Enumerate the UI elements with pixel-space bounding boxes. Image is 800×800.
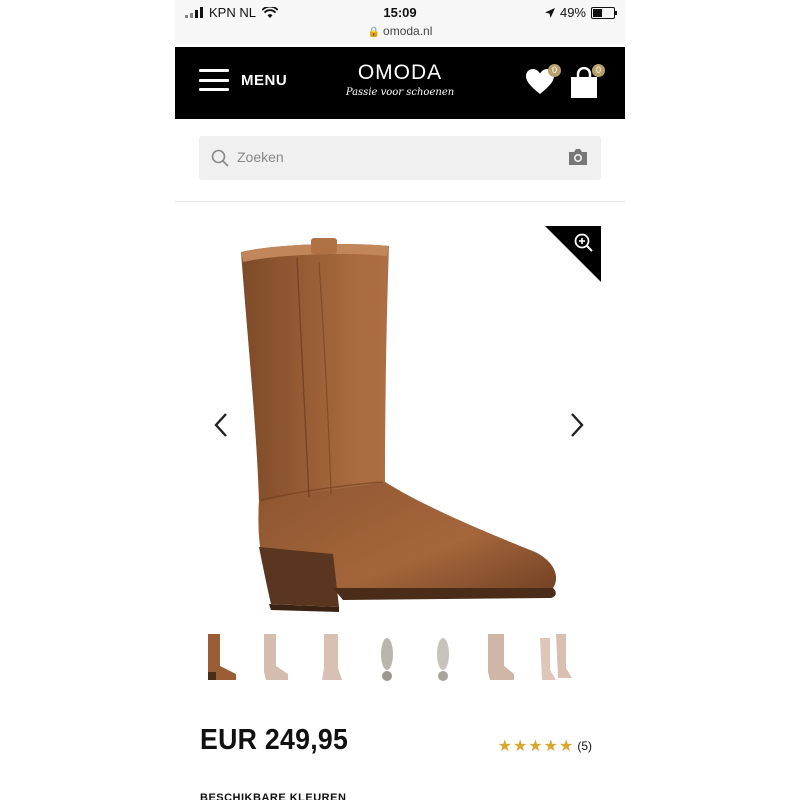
thumbnail-boot-beige [264,634,288,680]
site-logo[interactable]: OMODA Passie voor schoenen [325,61,475,98]
thumbnail-item[interactable] [256,630,294,682]
thumbnail-item[interactable] [480,630,518,682]
battery-icon [591,6,617,19]
rating-stars: ★★★★★ [497,738,575,755]
previous-image-button[interactable] [213,412,229,446]
search-icon [211,149,229,167]
cart-count-badge: 0 [592,64,605,77]
status-bar: KPN NL 15:09 49% 🔒 omoda.nl [175,0,625,44]
chevron-left-icon [214,413,227,437]
review-count: (5) [577,739,592,753]
logo-tagline: Passie voor schoenen [345,87,455,98]
thumbnail-item[interactable] [368,630,406,682]
hamburger-icon [199,69,229,91]
search-input[interactable]: Zoeken [199,136,601,180]
search-area: Zoeken [175,119,625,203]
product-rating[interactable]: ★★★★★ (5) [498,736,592,756]
battery-info: 49% [544,5,617,20]
next-image-button[interactable] [569,412,585,446]
product-image-boot [241,238,556,612]
site-header: MENU OMODA Passie voor schoenen 0 0 [175,47,625,119]
available-colors-heading: BESCHIKBARE KLEUREN [200,792,347,800]
wishlist-count-badge: 0 [548,64,561,77]
search-placeholder: Zoeken [237,149,284,165]
address-bar[interactable]: 🔒 omoda.nl [175,24,625,38]
thumbnail-item[interactable] [200,630,238,682]
thumbnail-boot-sole [381,638,393,681]
price-row: EUR 249,95 ★★★★★ (5) [200,722,600,772]
thumbnail-boot-sole [437,638,449,681]
menu-label: MENU [241,71,288,89]
wishlist-button[interactable]: 0 [525,64,561,101]
product-gallery [175,202,625,622]
product-price: EUR 249,95 [200,724,349,756]
battery-percent: 49% [559,5,586,20]
location-arrow-icon [544,7,555,18]
thumbnail-item[interactable] [536,630,574,682]
url-text: omoda.nl [383,24,433,38]
cart-button[interactable]: 0 [569,64,605,101]
thumbnail-strip [200,622,600,682]
thumbnail-boot-back [488,634,514,680]
phone-screen: KPN NL 15:09 49% 🔒 omoda.nl MENU OMODA P… [175,0,625,800]
thumbnail-boot-side [208,634,236,680]
camera-icon[interactable] [567,148,589,166]
thumbnail-boot-pair [540,634,572,680]
chevron-right-icon [571,413,584,437]
zoom-in-icon[interactable] [573,232,595,254]
thumbnail-boot-front [322,634,342,680]
lock-icon: 🔒 [367,27,381,38]
thumbnail-item[interactable] [312,630,350,682]
logo-name: OMODA [357,61,443,84]
menu-button[interactable]: MENU [199,69,287,91]
thumbnail-item[interactable] [424,630,462,682]
